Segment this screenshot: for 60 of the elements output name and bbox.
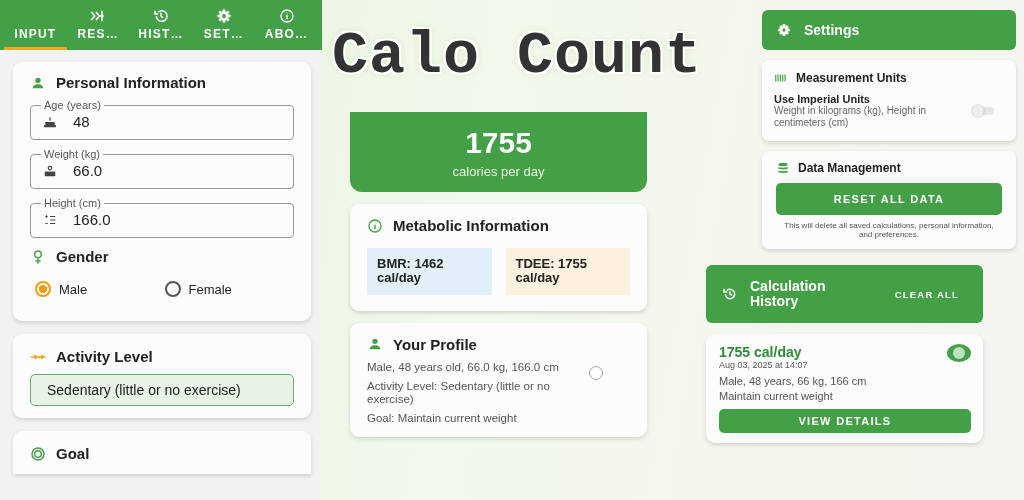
entry-details: Male, 48 years, 66 kg, 166 cm bbox=[719, 375, 868, 388]
tdee-stat: TDEE: 1755 cal/day bbox=[505, 248, 630, 295]
reset-note: This will delete all saved calculations, personal information, and preferences. bbox=[783, 221, 995, 240]
input-field[interactable]: Weight (kg) 66.0 bbox=[30, 148, 294, 189]
reset-button[interactable]: RESET ALL DATA bbox=[776, 183, 1002, 215]
card-title: Metabolic Information bbox=[393, 217, 549, 234]
field-value[interactable]: 66.0 bbox=[73, 162, 193, 179]
calorie-unit: calories per day bbox=[452, 163, 545, 179]
card-title: Your Profile bbox=[393, 335, 477, 353]
field-value[interactable]: 48 bbox=[73, 113, 193, 130]
settings-icon bbox=[215, 8, 232, 24]
ruler-icon bbox=[43, 212, 57, 227]
radio-label: Female bbox=[188, 281, 232, 297]
scale-icon bbox=[43, 163, 57, 178]
profile-line: Goal: Maintain current weight bbox=[367, 412, 518, 426]
app-title: Calo Count bbox=[332, 22, 698, 90]
tab[interactable]: INPUT bbox=[4, 0, 67, 50]
radio-label: Male bbox=[59, 281, 88, 297]
field-label: Age (years) bbox=[43, 99, 102, 111]
section-title: Activity Level bbox=[56, 348, 153, 365]
calorie-value: 1755 bbox=[465, 125, 532, 160]
field-value[interactable]: 166.0 bbox=[73, 211, 193, 228]
tab[interactable]: SET… bbox=[192, 0, 256, 50]
card-title: Measurement Units bbox=[796, 71, 907, 85]
tab[interactable]: HIST… bbox=[129, 0, 193, 50]
info-icon bbox=[278, 8, 295, 24]
input-field[interactable]: Age (years) 48 bbox=[30, 99, 294, 140]
database-icon bbox=[776, 161, 790, 175]
target-icon bbox=[30, 445, 46, 462]
cake-icon bbox=[43, 114, 57, 129]
info-icon bbox=[367, 217, 383, 234]
section-title: Gender bbox=[56, 248, 109, 265]
clear-all-button[interactable]: CLEAR ALL bbox=[888, 287, 965, 301]
card-title: Personal Information bbox=[56, 74, 207, 91]
history-icon bbox=[153, 8, 169, 24]
field-label: Height (cm) bbox=[43, 197, 102, 209]
option-label: Use Imperial Units bbox=[774, 93, 870, 105]
profile-line: Activity Level: Sedentary (little or no exercise) bbox=[367, 379, 551, 407]
entry-goal: Maintain current weight bbox=[719, 390, 834, 403]
view-details-button[interactable]: VIEW DETAILS bbox=[719, 409, 971, 434]
profile-line: Male, 48 years old, 66.0 kg, 166.0 cm bbox=[367, 360, 560, 374]
radio-button[interactable] bbox=[35, 281, 51, 297]
field-label: Weight (kg) bbox=[43, 148, 102, 160]
entry-calories: 1755 cal/day bbox=[719, 344, 803, 361]
radio-button[interactable] bbox=[164, 281, 181, 297]
screen-title: Settings bbox=[804, 22, 860, 38]
tab[interactable]: RES… bbox=[66, 0, 130, 50]
screen-title: Calculation History bbox=[750, 279, 827, 310]
tab[interactable]: ABO… bbox=[255, 0, 318, 50]
input-field[interactable]: Height (cm) 166.0 bbox=[30, 197, 294, 238]
status-icon bbox=[947, 344, 971, 363]
option-description: Weight in kilograms (kg), Height in centimeters (cm) bbox=[774, 105, 928, 129]
activity-select[interactable]: Sedentary (little or no exercise) bbox=[30, 374, 294, 406]
section-title: Goal bbox=[56, 445, 90, 462]
toggle-switch[interactable] bbox=[972, 107, 994, 115]
entry-date: Aug 03, 2025 at 14:07 bbox=[719, 360, 808, 371]
settings-icon bbox=[776, 22, 792, 38]
card-title: Data Management bbox=[798, 161, 901, 175]
bmr-stat: BMR: 1462 cal/day bbox=[367, 248, 492, 295]
merge-icon bbox=[90, 8, 107, 24]
